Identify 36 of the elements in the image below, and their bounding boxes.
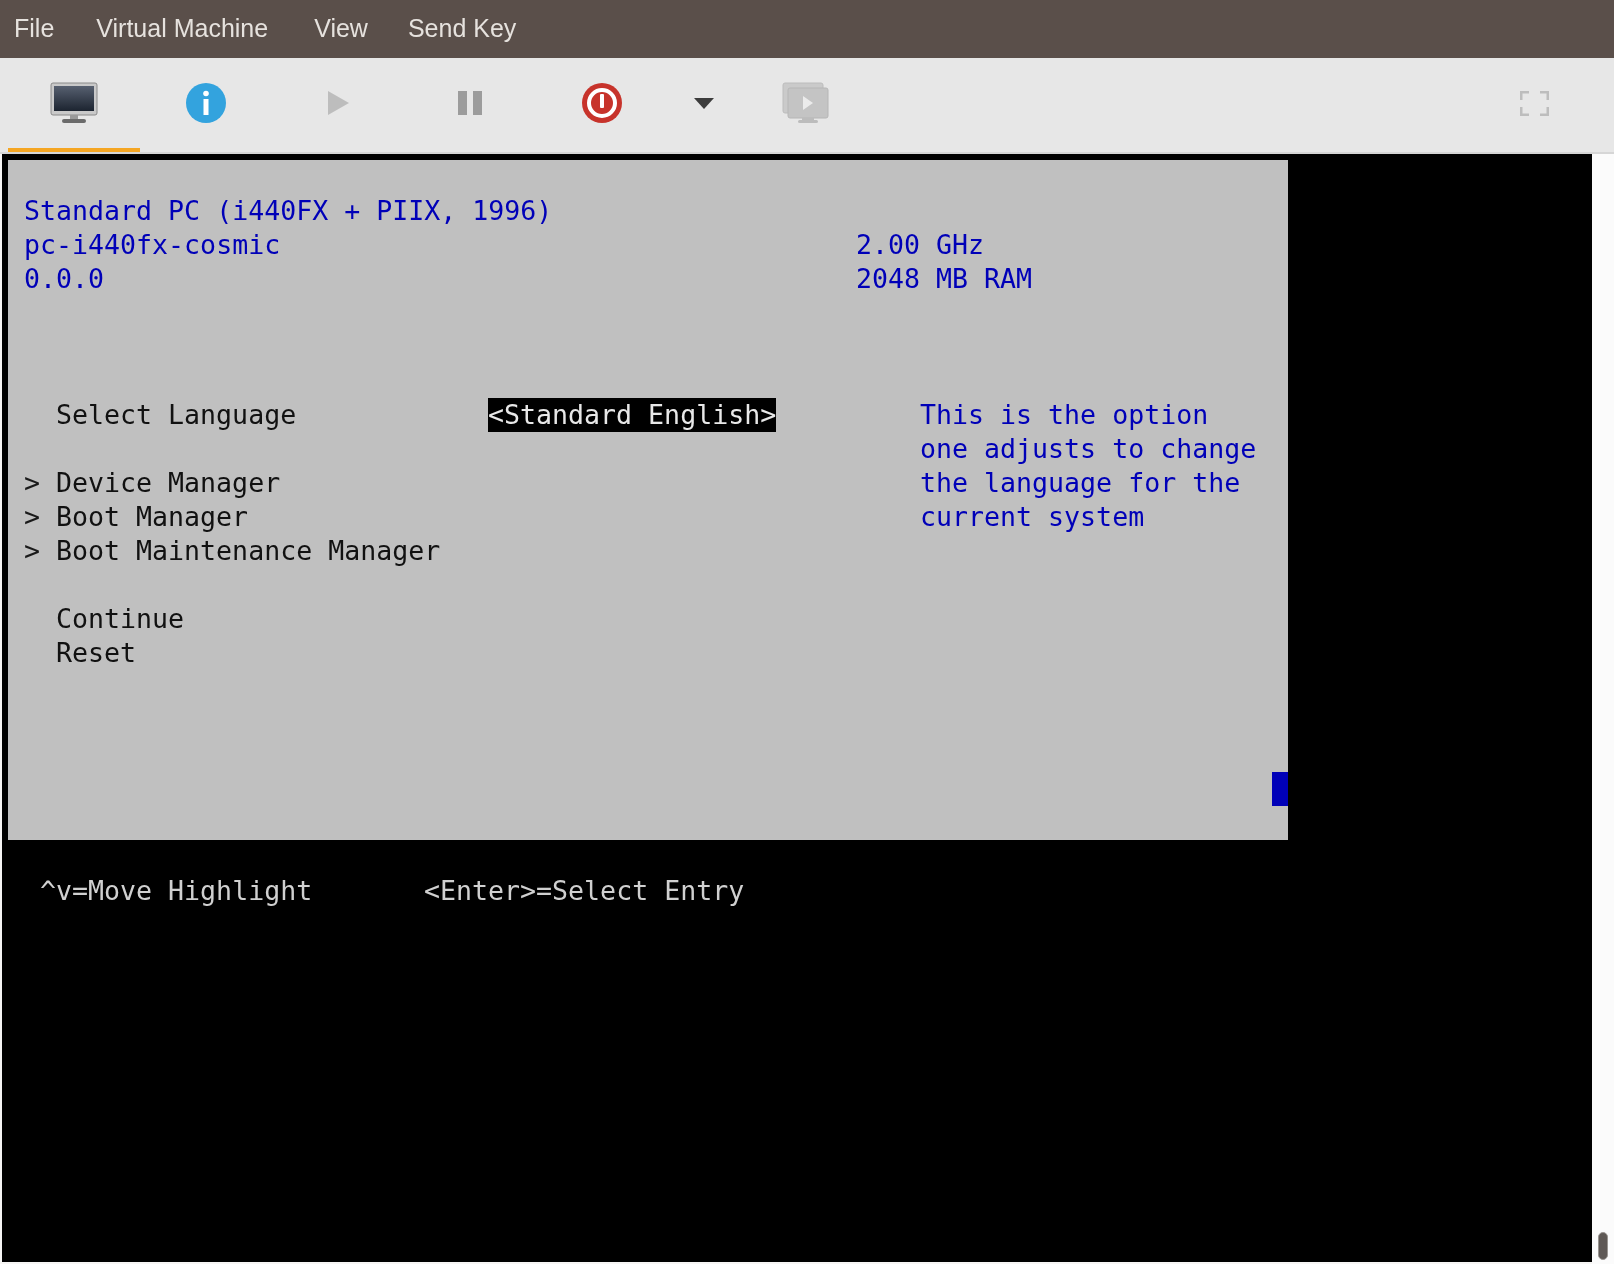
submenu-item[interactable]: Boot Maintenance Manager (56, 534, 441, 568)
menu-item[interactable]: File (14, 10, 55, 48)
help-text-line: one adjusts to change (920, 432, 1257, 466)
menu-item[interactable]: Virtual Machine (96, 10, 269, 48)
submenu-item[interactable]: Device Manager (56, 466, 281, 500)
option-label: Select Language (56, 399, 297, 430)
menu-item[interactable]: Send Key (407, 10, 517, 48)
monitor-icon (50, 82, 98, 124)
caret-icon (694, 97, 714, 109)
system-info-line: Standard PC (i440FX + PIIX, 1996) (24, 194, 553, 228)
submenu-marker: > (24, 466, 41, 500)
system-info-line: pc-i440fx-cosmic (24, 228, 281, 262)
key-hint: <Enter>=Select Entry (424, 874, 745, 908)
menu-action[interactable]: Continue (56, 602, 185, 636)
menu-action[interactable]: Reset (56, 636, 137, 670)
help-text-line: the language for the (920, 466, 1241, 500)
scrollbar[interactable] (1592, 154, 1614, 1264)
submenu-marker: > (24, 500, 41, 534)
power-icon (582, 83, 622, 123)
pause-icon (458, 91, 482, 115)
system-spec-line: 2.00 GHz (856, 228, 985, 262)
system-info-line: 0.0.0 (24, 262, 105, 296)
info-icon (186, 83, 226, 123)
scrollbar-thumb[interactable] (1598, 1232, 1608, 1260)
key-hint: ^v=Move Highlight (40, 874, 314, 908)
submenu-marker: > (24, 534, 41, 568)
cursor-block (1272, 772, 1288, 806)
fullscreen-icon (1519, 90, 1549, 116)
screens-play-icon (782, 82, 830, 124)
submenu-item[interactable]: Boot Manager (56, 500, 249, 534)
play-icon (326, 90, 350, 116)
help-text-line: This is the option (920, 398, 1209, 432)
system-spec-line: 2048 MB RAM (856, 262, 1033, 296)
help-text-line: current system (920, 500, 1145, 534)
menu-item[interactable]: View (314, 10, 368, 48)
option-value[interactable]: <Standard English> (488, 398, 777, 432)
